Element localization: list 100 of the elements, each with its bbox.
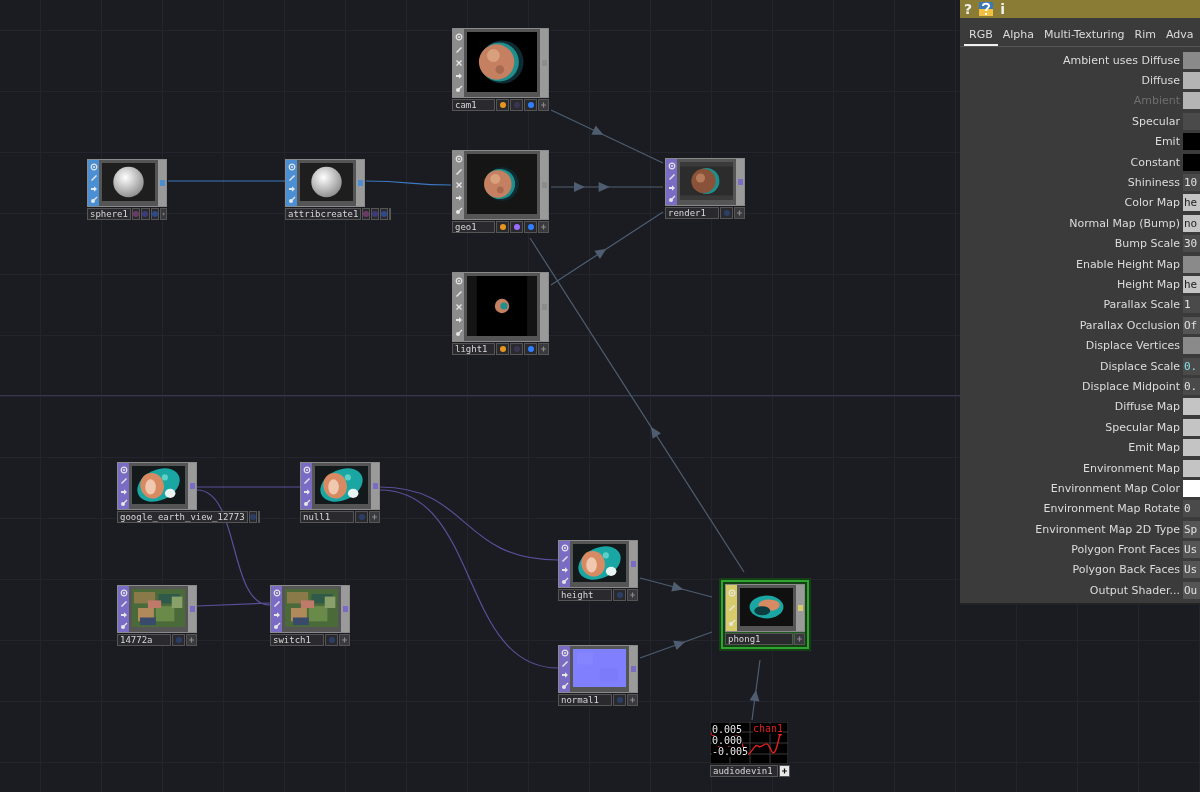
input-field[interactable] — [1183, 398, 1200, 416]
toggle[interactable] — [1183, 51, 1200, 69]
dial-icon[interactable] — [302, 465, 311, 474]
flag-dot[interactable] — [513, 346, 520, 352]
brush-icon[interactable] — [272, 621, 281, 630]
node-name[interactable]: google_earth_view_12773 — [117, 511, 248, 523]
node-body[interactable] — [300, 462, 380, 510]
pencil-icon[interactable] — [89, 173, 98, 182]
flag-dot[interactable] — [527, 224, 534, 230]
input-field[interactable] — [1183, 439, 1200, 457]
arrow-icon[interactable] — [119, 487, 128, 496]
tab[interactable]: Adva — [1161, 26, 1199, 46]
pencil-icon[interactable] — [272, 599, 281, 608]
arrow-icon[interactable] — [560, 565, 569, 574]
flag-dot[interactable] — [527, 102, 534, 108]
node-name[interactable]: 14772a — [117, 634, 171, 646]
brush-icon[interactable] — [560, 576, 569, 585]
input-field[interactable]: 0. — [1183, 357, 1200, 375]
pencil-icon[interactable] — [454, 167, 463, 176]
flag-dot[interactable] — [499, 346, 506, 352]
pencil-icon[interactable] — [287, 173, 296, 182]
pencil-icon[interactable] — [560, 554, 569, 563]
brush-icon[interactable] — [454, 207, 463, 216]
node-name[interactable]: audiodevin1 — [710, 765, 778, 777]
brush-icon[interactable] — [89, 195, 98, 204]
node-name[interactable]: light1 — [452, 343, 495, 355]
dial-icon[interactable] — [89, 162, 98, 171]
toggle[interactable] — [1183, 337, 1200, 355]
flag-dot[interactable] — [499, 224, 506, 230]
pencil-icon[interactable] — [667, 172, 676, 181]
pencil-icon[interactable] — [302, 476, 311, 485]
node-body[interactable] — [725, 584, 805, 632]
flag-dot[interactable] — [723, 210, 730, 216]
close-icon[interactable] — [454, 302, 463, 311]
flag-dot[interactable] — [513, 224, 520, 230]
input-field[interactable]: 0 — [1183, 500, 1200, 518]
brush-icon[interactable] — [119, 498, 128, 507]
arrow-icon[interactable] — [667, 183, 676, 192]
node-name[interactable]: geo1 — [452, 221, 495, 233]
node-name[interactable]: normal1 — [558, 694, 612, 706]
node-name[interactable]: attribcreate1 — [285, 208, 362, 220]
dial-icon[interactable] — [667, 161, 676, 170]
flag-dot[interactable] — [616, 697, 623, 703]
flag-dot[interactable] — [513, 102, 520, 108]
dial-icon[interactable] — [560, 648, 569, 657]
info-button[interactable]: i — [1000, 1, 1005, 17]
node-body[interactable] — [452, 150, 549, 220]
dial-icon[interactable] — [560, 543, 569, 552]
node-body[interactable] — [452, 272, 549, 342]
node-body[interactable] — [87, 159, 167, 207]
dial-icon[interactable] — [454, 32, 463, 41]
arrow-icon[interactable] — [287, 184, 296, 193]
brush-icon[interactable] — [119, 621, 128, 630]
node-body[interactable] — [270, 585, 350, 633]
flag-dot[interactable] — [133, 211, 140, 217]
dial-icon[interactable] — [272, 588, 281, 597]
tab[interactable]: Alpha — [997, 26, 1039, 46]
pencil-icon[interactable] — [119, 599, 128, 608]
input-field[interactable] — [1183, 459, 1200, 477]
arrow-icon[interactable] — [560, 670, 569, 679]
brush-icon[interactable] — [560, 681, 569, 690]
node-body[interactable] — [558, 645, 638, 693]
tab[interactable]: Rim — [1129, 26, 1162, 46]
arrow-icon[interactable] — [272, 610, 281, 619]
dropdown[interactable]: Ou — [1183, 581, 1200, 599]
input-field[interactable]: he — [1183, 194, 1200, 212]
brush-icon[interactable] — [302, 498, 311, 507]
input-field[interactable]: 1 — [1183, 296, 1200, 314]
brush-icon[interactable] — [454, 329, 463, 338]
input-field[interactable]: he — [1183, 276, 1200, 293]
node-body[interactable] — [117, 462, 197, 510]
node-body[interactable] — [285, 159, 365, 207]
flag-dot[interactable] — [328, 637, 335, 643]
arrow-icon[interactable] — [454, 72, 463, 81]
node-body[interactable] — [558, 540, 638, 588]
dial-icon[interactable] — [454, 276, 463, 285]
tab[interactable]: RGB — [964, 26, 998, 46]
node-name[interactable]: render1 — [665, 207, 719, 219]
input-field[interactable]: 0. — [1183, 377, 1200, 395]
node-body[interactable] — [665, 158, 745, 206]
flag-dot[interactable] — [249, 514, 256, 520]
input-field[interactable]: 10 — [1183, 174, 1200, 192]
dial-icon[interactable] — [454, 154, 463, 163]
dropdown[interactable]: Us — [1183, 541, 1200, 559]
dial-icon[interactable] — [119, 465, 128, 474]
input-field[interactable] — [1183, 418, 1200, 436]
flag-dot[interactable] — [142, 211, 149, 217]
flag-dot[interactable] — [616, 592, 623, 598]
help-button[interactable]: ? — [964, 1, 973, 17]
arrow-icon[interactable] — [302, 487, 311, 496]
color-swatch[interactable] — [1183, 133, 1200, 151]
arrow-icon[interactable] — [119, 610, 128, 619]
node-name[interactable]: switch1 — [270, 634, 324, 646]
toggle[interactable] — [1183, 255, 1200, 273]
input-field[interactable]: 30 — [1183, 235, 1200, 253]
brush-icon[interactable] — [667, 194, 676, 203]
flag-dot[interactable] — [499, 102, 506, 108]
node-name[interactable]: height — [558, 589, 612, 601]
pencil-icon[interactable] — [560, 659, 569, 668]
close-icon[interactable] — [454, 180, 463, 189]
